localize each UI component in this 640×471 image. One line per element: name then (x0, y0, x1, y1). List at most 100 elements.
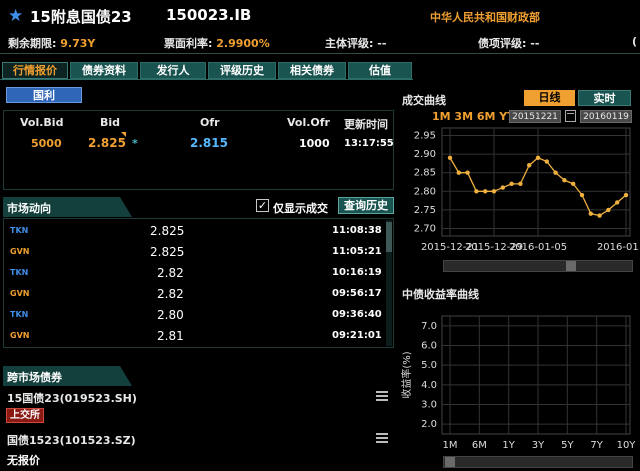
data-point (571, 181, 576, 187)
row-price: 2.80 (157, 308, 184, 322)
data-point (456, 170, 461, 175)
market-list: TKN 2.825 11:08:38 GVN 2.825 11:05:21 TK… (3, 218, 394, 348)
col-update-time: 更新时间 (344, 118, 388, 131)
y-tick-label: 2.0 (421, 419, 437, 430)
only-deals-label: 仅显示成交 (273, 202, 328, 215)
data-point (553, 170, 558, 175)
category-guoli-button[interactable]: 国利 (6, 87, 82, 103)
row-price: 2.825 (150, 224, 185, 238)
y-tick-label: 6.0 (421, 341, 437, 352)
tab-underline (0, 79, 413, 80)
y-tick-label: 2.70 (414, 224, 436, 235)
vol-ofr-value[interactable]: 1000 (299, 137, 330, 150)
tab-related-bonds[interactable]: 相关债券 (278, 62, 346, 79)
tab-rating-history[interactable]: 评级历史 (208, 62, 276, 79)
daily-button[interactable]: 日线 (524, 90, 575, 106)
info-coupon-rate: 票面利率: 2.9900% (164, 37, 270, 50)
col-vol-ofr: Vol.Ofr (287, 116, 330, 129)
y-tick-label: 2.75 (414, 205, 436, 216)
data-point (535, 155, 541, 160)
data-point (500, 185, 505, 190)
no-quote-status: 无报价 (7, 454, 40, 467)
list-icon[interactable] (376, 391, 388, 401)
table-row[interactable]: GVN 2.82 09:56:17 (4, 284, 387, 305)
x-tick-label: 5Y (561, 440, 574, 451)
data-point (474, 189, 479, 194)
tab-quotes[interactable]: 行情报价 (2, 62, 68, 79)
cross-item-sh[interactable]: 15国债23(019523.SH) (7, 390, 137, 406)
x-tick-label: 1M (443, 440, 458, 451)
only-deals-checkbox[interactable]: ✓ (256, 199, 269, 212)
col-bid: Bid (100, 116, 121, 129)
list-icon[interactable] (376, 433, 388, 443)
info-bond-rating: 债项评级: -- (478, 37, 540, 50)
deal-curve-title: 成交曲线 (402, 94, 446, 107)
table-row[interactable]: GVN 2.81 09:21:01 (4, 326, 387, 347)
data-point (483, 189, 488, 194)
data-point (544, 159, 549, 164)
realtime-button[interactable]: 实时 (578, 90, 631, 106)
yield-chart-scroll-thumb[interactable] (445, 457, 455, 467)
data-point (518, 181, 523, 187)
row-price: 2.82 (157, 287, 184, 301)
x-tick-label: 6M (472, 440, 487, 451)
data-point (562, 177, 567, 183)
deal-chart-scrollbar[interactable] (443, 260, 633, 272)
row-source: GVN (10, 331, 30, 340)
y-axis-label: 收益率(%) (400, 351, 413, 398)
table-row[interactable]: TKN 2.825 11:08:38 (4, 221, 387, 242)
tab-issuer[interactable]: 发行人 (140, 62, 206, 79)
tab-bond-info[interactable]: 债券资料 (70, 62, 138, 79)
bid-marker: * (132, 137, 138, 150)
y-tick-label: 3.0 (421, 400, 437, 411)
y-tick-label: 4.0 (421, 380, 437, 391)
x-tick-label: 3Y (532, 440, 545, 451)
data-point (527, 163, 532, 168)
data-point (465, 170, 470, 175)
y-tick-label: 2.90 (414, 149, 436, 160)
table-row[interactable]: TKN 2.80 09:36:40 (4, 305, 387, 326)
data-point (509, 181, 514, 187)
y-tick-label: 2.80 (414, 186, 436, 197)
yield-curve-title: 中债收益率曲线 (402, 288, 479, 301)
table-row[interactable]: TKN 2.82 10:16:19 (4, 263, 387, 284)
row-source: GVN (10, 289, 30, 298)
info-truncated: ( (632, 35, 638, 48)
row-source: TKN (10, 310, 29, 319)
x-tick-label: 2016-01-19 (597, 242, 638, 253)
deal-curve-chart: 2.702.752.802.852.902.952015-12-212015-1… (414, 127, 638, 253)
row-time: 11:08:38 (332, 225, 382, 236)
favorite-star-icon[interactable]: ★ (8, 6, 23, 26)
table-row[interactable]: GVN 2.825 11:05:21 (4, 242, 387, 263)
query-history-button[interactable]: 查询历史 (338, 197, 394, 214)
date-from[interactable]: 20151221 (509, 110, 561, 123)
deal-chart-scroll-thumb[interactable] (566, 261, 576, 271)
calendar-icon[interactable] (565, 110, 576, 122)
update-time-value: 13:17:55 (344, 138, 394, 149)
date-to[interactable]: 20160119 (580, 110, 632, 123)
ofr-value[interactable]: 2.815 (190, 136, 228, 150)
data-point (447, 155, 453, 160)
yield-chart-scrollbar[interactable] (443, 456, 633, 468)
bid-value[interactable]: 2.825 (88, 136, 126, 150)
y-tick-label: 2.85 (414, 168, 436, 179)
cross-market-title: 跨市场债券 (7, 371, 62, 384)
data-point (588, 211, 593, 216)
vol-bid-value[interactable]: 5000 (31, 137, 62, 150)
col-ofr: Ofr (200, 116, 220, 129)
cross-item-sz[interactable]: 国债1523(101523.SZ) (7, 432, 136, 448)
market-header-notch (120, 197, 132, 217)
data-point (623, 192, 629, 198)
row-time: 09:56:17 (332, 288, 382, 299)
row-price: 2.825 (150, 245, 185, 259)
exchange-badge-sse: 上交所 (6, 408, 44, 423)
x-tick-label: 2016-01-05 (509, 242, 567, 253)
col-vol-bid: Vol.Bid (20, 116, 64, 129)
info-issuer-rating: 主体评级: -- (325, 37, 387, 50)
row-source: GVN (10, 247, 30, 256)
data-point (579, 192, 585, 198)
row-time: 10:16:19 (332, 267, 382, 278)
tab-valuation[interactable]: 估值 (348, 62, 412, 79)
market-scrollbar-thumb[interactable] (386, 222, 392, 252)
y-tick-label: 2.95 (414, 130, 436, 141)
